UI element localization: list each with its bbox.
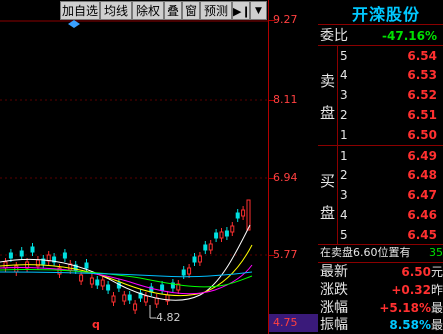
candle-body: [181, 269, 186, 276]
candle-body: [127, 294, 132, 301]
candle-body: [100, 279, 105, 287]
bottom-mark: q: [92, 318, 100, 331]
buy-price: 6.49: [407, 149, 437, 163]
order-notice: 在卖盘6.60位置有 35: [318, 244, 443, 261]
candle-body: [89, 277, 94, 285]
divider: [318, 24, 443, 25]
low-price-label: 4.82: [156, 311, 181, 324]
weibi-row: 委比 -47.16%: [318, 26, 443, 46]
candle-body: [111, 295, 116, 303]
notice-text: 在卖盘6.60位置有: [320, 246, 411, 259]
sell-price: 6.52: [407, 88, 437, 102]
axis-tick-label: 6.94: [273, 171, 298, 184]
stock-name: 开滦股份: [352, 5, 421, 24]
kline-chart[interactable]: 加自选 均线 除权 叠 窗 预测 ▶❙ ▼ 4.82 q: [0, 0, 268, 334]
candle-body: [79, 274, 84, 282]
candle-body: [154, 297, 159, 305]
change-value: +0.32: [391, 283, 431, 297]
buy-price: 6.47: [407, 188, 437, 202]
sell-level-1[interactable]: 1 6.50: [318, 125, 443, 145]
stat-change-pct: 涨幅 +5.18% 最: [320, 300, 443, 316]
candle-body: [224, 230, 229, 237]
candle-body: [241, 209, 246, 217]
candle-body: [84, 262, 89, 269]
candle-body: [219, 231, 224, 239]
sell-level-4[interactable]: 4 6.53: [318, 65, 443, 85]
change-pct-value: +5.18%: [379, 301, 431, 315]
candle-body: [30, 246, 35, 253]
weibi-label: 委比: [320, 28, 348, 44]
weibi-value: -47.16%: [382, 29, 437, 43]
price-axis: 9.27 8.11 6.94 5.77 4.75: [268, 0, 318, 334]
candle-body: [192, 256, 197, 263]
buy-level-5[interactable]: 5 6.45: [318, 225, 443, 245]
candle-body: [19, 250, 24, 257]
candle-body: [160, 284, 165, 291]
sell-level-5[interactable]: 5 6.54: [318, 46, 443, 66]
candle-body: [95, 279, 100, 286]
amplitude-value: 8.58%: [389, 318, 431, 332]
notice-tail: 35: [429, 246, 443, 259]
kline-canvas: [0, 20, 268, 319]
candle-body: [208, 243, 213, 251]
candle-body: [187, 267, 192, 275]
buy-level-2[interactable]: 2 6.48: [318, 165, 443, 185]
candle-body: [106, 284, 111, 291]
candle-body: [235, 212, 240, 219]
candle-body: [62, 252, 67, 259]
candle-body: [8, 252, 13, 259]
current-price-highlight: 4.75: [269, 314, 318, 332]
candle-body: [133, 303, 138, 311]
stat-change: 涨跌 +0.32 昨: [320, 282, 443, 298]
buy-level-1[interactable]: 1 6.49: [318, 146, 443, 166]
axis-tick-label: 5.77: [273, 248, 298, 261]
buy-price: 6.45: [407, 228, 437, 242]
candle-body: [14, 265, 19, 273]
buy-price: 6.48: [407, 168, 437, 182]
candle-body: [143, 295, 148, 303]
sell-level-3[interactable]: 3 6.52: [318, 85, 443, 105]
sell-price: 6.54: [407, 49, 437, 63]
buy-level-4[interactable]: 4 6.46: [318, 205, 443, 225]
sell-price: 6.53: [407, 68, 437, 82]
buy-price: 6.46: [407, 208, 437, 222]
stat-amplitude: 振幅 8.58% 最: [320, 317, 443, 333]
axis-tick-label: 4.75: [273, 316, 298, 329]
axis-tick-label: 9.27: [273, 13, 298, 26]
sell-price: 6.51: [407, 108, 437, 122]
candle-body: [214, 232, 219, 239]
candle-body: [197, 255, 202, 263]
candle-body: [203, 244, 208, 251]
axis-tick-label: 8.11: [273, 93, 298, 106]
latest-value: 6.50: [401, 265, 431, 279]
candle-body: [122, 294, 127, 302]
candle-body: [230, 225, 235, 233]
sell-price: 6.50: [407, 128, 437, 142]
stat-latest: 最新 6.50 元: [320, 264, 443, 280]
buy-level-3[interactable]: 3 6.47: [318, 185, 443, 205]
candlesticks: [3, 199, 251, 314]
sell-level-2[interactable]: 2 6.51: [318, 105, 443, 125]
quote-panel: 开滦股份 委比 -47.16% 卖 盘 5 6.54 4 6.53 3 6.52 26…: [318, 0, 443, 334]
